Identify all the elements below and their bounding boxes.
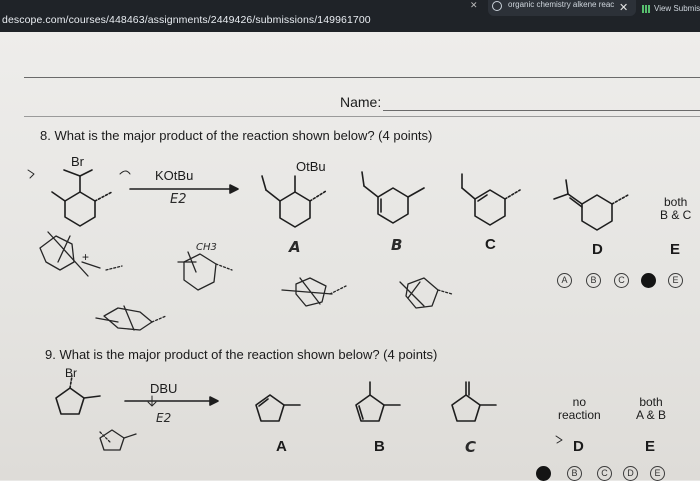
q9-product-a-structure	[255, 394, 301, 422]
q9-reactant-structure	[55, 375, 101, 415]
q8-product-b-structure	[361, 171, 425, 224]
q9-handwritten-work	[99, 395, 563, 451]
q8-product-c-structure	[461, 173, 521, 226]
q8-reactant-structure	[51, 169, 113, 227]
q8-handwritten-work	[27, 169, 453, 331]
q8-product-a-structure	[261, 175, 327, 228]
q9-product-b-structure	[355, 381, 401, 422]
q9-product-c-structure	[451, 381, 497, 422]
q8-product-d-structure	[553, 179, 629, 231]
structure-drawings	[27, 169, 629, 451]
